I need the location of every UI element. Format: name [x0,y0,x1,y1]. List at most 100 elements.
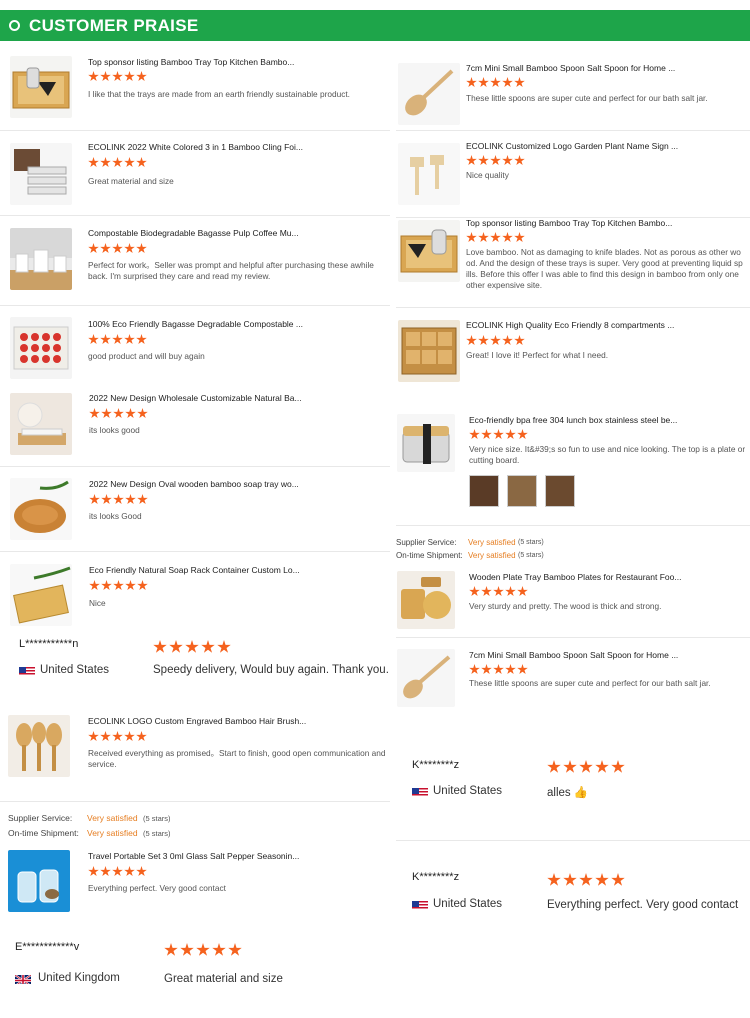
star-icon [517,586,528,597]
star-icon [547,873,561,886]
buyer-comment: alles 👍 [547,787,589,799]
product-title[interactable]: Compostable Biodegradable Bagasse Pulp C… [88,228,299,238]
review-item: 2022 New Design Wholesale Customizable N… [0,381,390,467]
product-title[interactable]: ECOLINK LOGO Custom Engraved Bamboo Hair… [88,716,306,726]
product-title[interactable]: 7cm Mini Small Bamboo Spoon Salt Spoon f… [466,63,675,73]
review-comment: Perfect for work。Seller was prompt and h… [88,260,374,281]
product-image[interactable] [10,393,72,455]
section-title: CUSTOMER PRAISE [29,15,199,35]
product-image[interactable] [397,414,455,472]
product-image[interactable] [10,478,72,540]
star-icon [125,494,136,505]
star-icon [505,664,516,675]
product-image[interactable] [8,850,70,912]
star-icon [514,232,525,243]
star-icon [478,77,489,88]
product-title[interactable]: Top sponsor listing Bamboo Tray Top Kitc… [466,218,672,228]
shipment-stars: (5 stars) [518,552,544,559]
section-header: CUSTOMER PRAISE [0,10,750,41]
divider [396,840,750,841]
product-title[interactable]: Wooden Plate Tray Bamboo Plates for Rest… [469,572,681,582]
star-icon [100,334,111,345]
star-icon [88,334,99,345]
star-icon [164,943,178,956]
buyer-comment: Speedy delivery, Would buy again. Thank … [153,664,389,676]
star-icon [101,494,112,505]
product-image[interactable] [398,320,460,382]
product-title[interactable]: 2022 New Design Oval wooden bamboo soap … [89,479,299,489]
review-item: 2022 New Design Oval wooden bamboo soap … [0,467,390,552]
star-icon [100,243,111,254]
rating-stars [89,494,148,505]
product-image[interactable] [398,63,460,125]
star-icon [136,731,147,742]
product-title[interactable]: Travel Portable Set 3 0ml Glass Salt Pep… [88,851,299,861]
star-icon [88,731,99,742]
review-photo-thumbnail[interactable] [469,475,499,507]
star-icon [201,640,215,653]
star-icon [101,580,112,591]
product-title[interactable]: 2022 New Design Wholesale Customizable N… [89,393,302,403]
review-comment: Very nice size. It&#39;s so fun to use a… [469,444,746,465]
product-image[interactable] [10,228,72,290]
review-item: ECOLINK High Quality Eco Friendly 8 comp… [396,308,750,398]
product-image[interactable] [10,317,72,379]
star-icon [217,640,231,653]
product-title[interactable]: 100% Eco Friendly Bagasse Degradable Com… [88,319,303,329]
star-icon [113,494,124,505]
rating-stars [88,731,147,742]
star-icon [493,586,504,597]
plant-sign-image [410,155,444,195]
star-icon [88,157,99,168]
buyer-name: K********z [412,871,460,883]
star-icon [579,760,593,773]
supplier-service-stars: (5 stars) [518,539,544,546]
buyer-name: K********z [412,759,460,771]
star-icon [493,429,504,440]
star-icon [137,580,148,591]
rating-stars [164,943,242,957]
star-icon [124,866,135,877]
product-title[interactable]: ECOLINK High Quality Eco Friendly 8 comp… [466,320,674,330]
star-icon [481,586,492,597]
star-icon [505,586,516,597]
review-item: Top sponsor listing Bamboo Tray Top Kitc… [396,218,750,308]
product-image[interactable] [10,56,72,118]
rating-stars [88,157,147,168]
star-icon [124,731,135,742]
review-photo-thumbnail[interactable] [545,475,575,507]
buyer-review: K********z United States Everything perf… [396,861,750,941]
star-icon [100,157,111,168]
star-icon [502,77,513,88]
product-title[interactable]: Top sponsor listing Bamboo Tray Top Kitc… [88,57,294,67]
star-icon [563,873,577,886]
product-title[interactable]: Eco-friendly bpa free 304 lunch box stai… [469,415,677,425]
foil-box-image [14,149,67,195]
lunch-box-image [402,424,450,464]
product-image[interactable] [8,715,70,777]
product-title[interactable]: 7cm Mini Small Bamboo Spoon Salt Spoon f… [469,650,678,660]
bagasse-tray-image [13,326,69,370]
bamboo-spoon-image [405,69,454,116]
star-icon [517,429,528,440]
buyer-country: United Kingdom [38,972,120,984]
rating-stars [88,866,147,877]
product-image[interactable] [10,143,72,205]
product-title[interactable]: ECOLINK 2022 White Colored 3 in 1 Bamboo… [88,142,303,152]
product-image[interactable] [398,143,460,205]
product-image[interactable] [397,649,455,707]
review-item: Compostable Biodegradable Bagasse Pulp C… [0,216,390,306]
product-image[interactable] [10,564,72,626]
review-photo-thumbnail[interactable] [507,475,537,507]
coffee-cups-image [10,228,72,290]
shipment-value: Very satisfied [468,551,516,560]
us-flag-icon [19,665,35,676]
divider [0,801,390,802]
product-image[interactable] [397,571,455,629]
product-title[interactable]: Eco Friendly Natural Soap Rack Container… [89,565,300,575]
rating-stars [89,580,148,591]
star-icon [490,335,501,346]
product-title[interactable]: ECOLINK Customized Logo Garden Plant Nam… [466,141,678,151]
star-icon [547,760,561,773]
product-image[interactable] [398,220,460,282]
